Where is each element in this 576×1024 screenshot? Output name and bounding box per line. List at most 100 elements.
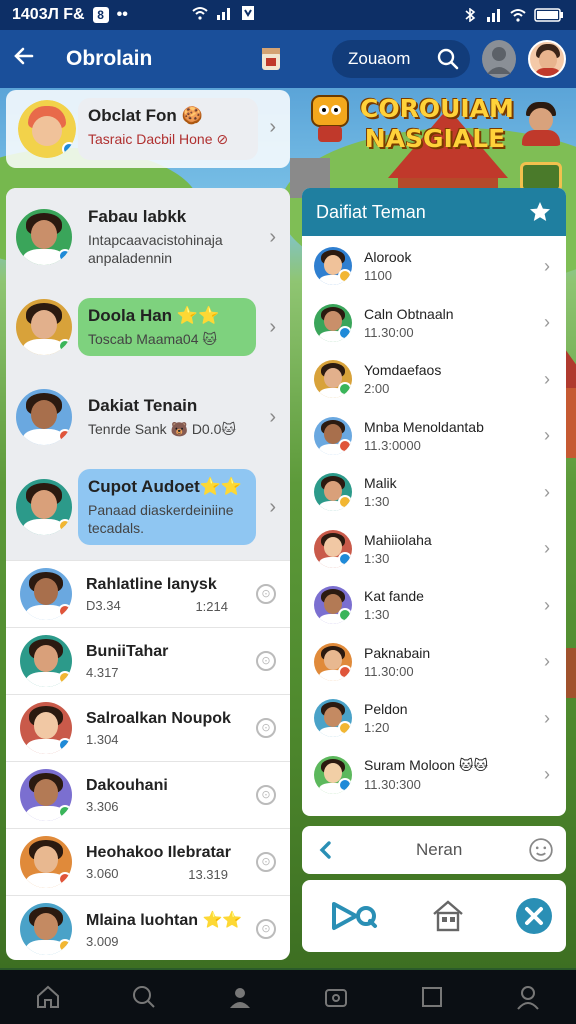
friend-avatar (314, 699, 352, 738)
chat-list-name: Salroalkan Noupok (86, 709, 231, 727)
chat-card-subtitle: Panaad diaskerdeiniine tecadals. (88, 502, 234, 536)
chat-action-icon[interactable]: ⊙ (256, 718, 276, 738)
friend-row[interactable]: Peldon 1:20 › (302, 690, 566, 747)
friend-status: 11.30:00 (364, 324, 414, 340)
profile-placeholder-avatar[interactable] (482, 40, 516, 78)
arrow-left-icon[interactable] (314, 838, 338, 862)
games-nav-icon[interactable] (323, 984, 349, 1010)
chat-card-name: Fabau labkk (88, 207, 187, 226)
chat-list-row[interactable]: Salroalkan Noupok 1.304 ⊙ (6, 694, 290, 761)
friend-avatar (314, 360, 352, 399)
friend-name: Mahiiolaha (364, 531, 432, 548)
chat-list-text: Dakouhani 3.306 (86, 777, 168, 814)
tools-button[interactable] (516, 898, 552, 934)
search-icon (437, 48, 459, 70)
home-icon[interactable] (35, 984, 61, 1010)
friend-name: Alorook (364, 249, 412, 266)
chevron-right-icon: › (269, 116, 276, 138)
chevron-right-icon: › (544, 312, 550, 333)
chat-action-icon[interactable]: ⊙ (256, 584, 276, 604)
battery-icon (534, 8, 563, 22)
message-input[interactable]: Neran (416, 840, 462, 860)
friend-row[interactable]: Mnba Menoldantab 11.3:0000 › (302, 408, 566, 465)
chat-list-name: Dakouhani (86, 776, 168, 794)
friend-status: 2:00 (364, 381, 390, 397)
chat-card-avatar (16, 389, 72, 445)
chat-card-subtitle: Toscab Maama04 🐱 (88, 331, 217, 347)
friend-text: Paknabain 11.30:00 (364, 645, 430, 679)
friend-name: Peldon (364, 701, 408, 718)
friend-name: Paknabain (364, 644, 431, 661)
pinned-chat-subtitle: Tasraic Dacbil Hone ⊘ (88, 131, 229, 147)
chat-card-subtitle: Intapcaavacistohinaja anpaladennin (88, 232, 223, 266)
play-game-icon[interactable] (330, 900, 378, 932)
chevron-right-icon: › (544, 481, 550, 502)
tools-icon (525, 907, 543, 925)
friend-row[interactable]: Mahiiolaha 1:30 › (302, 521, 566, 578)
search-button[interactable]: Zouaom (332, 40, 470, 78)
chat-list-row[interactable]: Dakouhani 3.306 ⊙ (6, 761, 290, 828)
friend-status: 11.30:00 (364, 663, 414, 679)
chat-card-bubble: Doola Han ⭐⭐ Toscab Maama04 🐱 (78, 298, 256, 356)
chat-list-row[interactable]: Rahlatline lanysk D3.34 1:214 ⊙ (6, 560, 290, 627)
friend-name: Caln Obtnaaln (364, 305, 454, 322)
friend-name: Yomdaefaos (364, 362, 442, 379)
friend-row[interactable]: Suram Moloon 🐱🐱 11.30:300 › (302, 747, 566, 804)
friend-row[interactable]: Kat fande 1:30 › (302, 577, 566, 634)
user-avatar[interactable] (528, 40, 566, 78)
friend-row[interactable]: Alorook 1100 › (302, 238, 566, 295)
chat-list-row[interactable]: Mlaina luohtan ⭐⭐ 3.009 ⊙ (6, 895, 290, 960)
chat-action-icon[interactable]: ⊙ (256, 785, 276, 805)
chat-action-icon[interactable]: ⊙ (256, 651, 276, 671)
friend-avatar (314, 416, 352, 455)
status-bar: 1403Л F& 8 •• (0, 0, 576, 30)
chat-list-time: 1:214 (195, 599, 228, 614)
chat-list-time: 13.319 (188, 867, 228, 882)
action-toolbar (302, 880, 566, 952)
chat-card[interactable]: Doola Han ⭐⭐ Toscab Maama04 🐱 › (6, 282, 290, 372)
chat-list-panel: Fabau labkk Intapcaavacistohinaja anpalad… (6, 188, 290, 960)
chat-action-icon[interactable]: ⊙ (256, 919, 276, 939)
chevron-right-icon: › (269, 315, 276, 338)
chat-card[interactable]: Dakiat Tenain Tenrde Sank 🐻 D0.0🐱 › (6, 372, 290, 462)
chat-list-row[interactable]: BuniiTahar 4.317 ⊙ (6, 627, 290, 694)
game-logo-line2: NASGIALE (364, 124, 506, 153)
chat-card-bubble: Fabau labkk Intapcaavacistohinaja anpalad… (78, 199, 256, 275)
chat-action-icon[interactable]: ⊙ (256, 852, 276, 872)
star-icon[interactable] (528, 200, 552, 224)
chevron-right-icon: › (269, 495, 276, 518)
pinned-chat-avatar (18, 100, 76, 158)
chat-list-avatar (20, 903, 72, 955)
chevron-right-icon: › (544, 368, 550, 389)
chat-card[interactable]: Fabau labkk Intapcaavacistohinaja anpalad… (6, 192, 290, 282)
chat-list-row[interactable]: Heohakoo Ilebratar 3.060 13.319 ⊙ (6, 828, 290, 895)
game-logo: COROUIAM NASGIALE (360, 94, 514, 160)
pinned-chat-card[interactable]: Obclat Fon 🍪 Tasraic Dacbil Hone ⊘ › (6, 90, 290, 168)
chevron-right-icon: › (544, 538, 550, 559)
friend-row[interactable]: Caln Obtnaaln 11.30:00 › (302, 295, 566, 352)
cup-icon[interactable] (258, 44, 286, 74)
friend-row[interactable]: Malik 1:30 › (302, 464, 566, 521)
chat-list-name: Rahlatline lanysk (86, 575, 217, 593)
friend-row[interactable]: Paknabain 11.30:00 › (302, 634, 566, 691)
home-building-icon[interactable] (430, 898, 466, 934)
game-logo-line1: COROUIAM (360, 94, 514, 123)
chat-list-text: Salroalkan Noupok 1.304 (86, 710, 231, 747)
account-nav-icon[interactable] (515, 984, 541, 1010)
friend-text: Caln Obtnaaln 11.30:00 (364, 306, 454, 340)
emoji-icon[interactable] (528, 837, 554, 863)
profile-nav-icon[interactable] (227, 984, 253, 1010)
chat-list-subtitle: 3.009 (86, 933, 119, 949)
bottom-navigation (0, 970, 576, 1024)
chat-card-bubble: Dakiat Tenain Tenrde Sank 🐻 D0.0🐱 (78, 388, 256, 446)
chat-list-name: BuniiTahar (86, 642, 169, 660)
friend-name: Suram Moloon 🐱🐱 (364, 757, 489, 774)
chat-card-name: Dakiat Tenain (88, 396, 198, 415)
search-nav-icon[interactable] (131, 984, 157, 1010)
friend-row[interactable]: Yomdaefaos 2:00 › (302, 351, 566, 408)
chevron-right-icon: › (544, 255, 550, 276)
back-arrow-icon[interactable] (12, 44, 46, 75)
sim-icon (242, 6, 254, 20)
square-nav-icon[interactable] (419, 984, 445, 1010)
chat-card[interactable]: Cupot Audoet⭐⭐ Panaad diaskerdeiniine tec… (6, 462, 290, 552)
